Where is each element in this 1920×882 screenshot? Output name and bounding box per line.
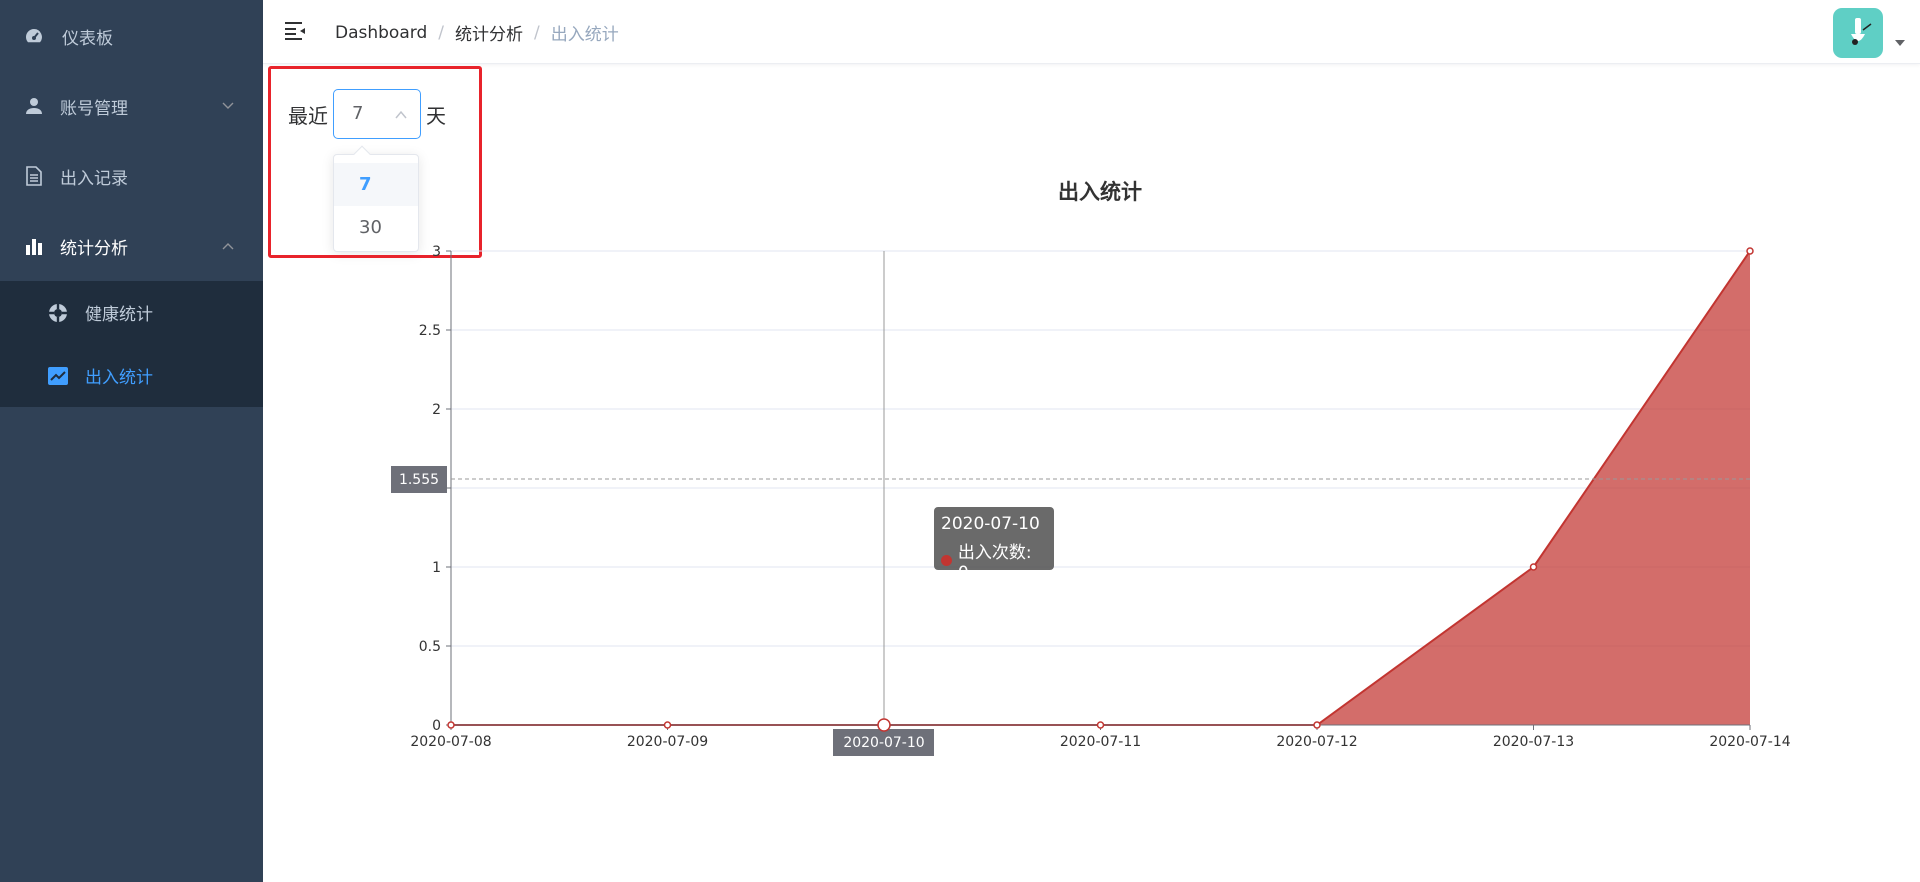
access-statistics-chart: 出入统计 00.511.522.532020-07-082020-07-0920… — [391, 180, 1791, 756]
sidebar-item-label: 仪表板 — [62, 28, 113, 49]
sidebar-item-health-stats[interactable]: 健康统计 — [0, 281, 263, 344]
tooltip-series-row: 出入次数: 0 — [941, 538, 1047, 583]
sidebar-item-label: 健康统计 — [85, 305, 153, 325]
data-point — [663, 721, 672, 729]
tooltip-series-label: 出入次数: 0 — [957, 543, 1032, 583]
chart-tooltip: 2020-07-10 出入次数: 0 — [934, 507, 1054, 583]
hamburger-icon[interactable] — [283, 20, 307, 42]
avatar-image — [1851, 18, 1872, 45]
dashboard-icon — [24, 26, 44, 46]
navbar: Dashboard / 统计分析 / 出入统计 — [263, 0, 1920, 64]
sidebar-item-label: 出入记录 — [60, 168, 128, 189]
y-tick-label: 0 — [432, 718, 441, 734]
filter-suffix-label: 天 — [426, 104, 446, 128]
y-tick-label: 2.5 — [419, 323, 441, 339]
data-point — [1746, 247, 1754, 255]
line-chart-icon — [48, 366, 68, 386]
x-tick-label: 2020-07-12 — [1276, 734, 1357, 750]
sidebar-item-records[interactable]: 出入记录 — [0, 141, 263, 211]
bar-chart-icon — [24, 236, 44, 256]
axis-pointer-y-label: 1.555 — [399, 472, 439, 488]
tooltip-date: 2020-07-10 — [941, 514, 1040, 534]
x-tick-label: 2020-07-11 — [1060, 734, 1141, 750]
data-point — [447, 721, 455, 729]
y-tick-label: 2 — [432, 402, 441, 418]
data-point — [1313, 721, 1321, 729]
chevron-down-icon — [222, 102, 234, 109]
axis-pointer-x-label: 2020-07-10 — [843, 735, 924, 751]
user-icon — [24, 96, 44, 116]
chevron-up-icon — [395, 110, 407, 119]
sidebar-item-label: 统计分析 — [60, 238, 128, 259]
filter-prefix-label: 最近 — [288, 104, 328, 128]
breadcrumb-separator: / — [533, 22, 540, 43]
chart-title: 出入统计 — [1058, 180, 1142, 204]
days-select[interactable]: 7 — [333, 89, 421, 139]
lifebuoy-icon — [48, 303, 68, 323]
x-tick-label: 2020-07-08 — [410, 734, 491, 750]
chevron-up-icon — [222, 243, 234, 250]
statistics-submenu: 健康统计 出入统计 — [0, 281, 263, 407]
data-point — [1096, 721, 1105, 729]
document-icon — [24, 166, 44, 186]
sidebar: 仪表板 账号管理 出入记录 统计分析 健康统计 出入统计 — [0, 0, 263, 882]
sidebar-item-accounts[interactable]: 账号管理 — [0, 71, 263, 141]
avatar[interactable] — [1833, 8, 1883, 58]
sidebar-item-statistics[interactable]: 统计分析 — [0, 211, 263, 281]
x-tick-label: 2020-07-14 — [1709, 734, 1790, 750]
x-tick-label: 2020-07-09 — [627, 734, 708, 750]
y-tick-label: 0.5 — [419, 639, 441, 655]
breadcrumb-item-statistics[interactable]: 统计分析 — [455, 20, 523, 45]
data-point — [1529, 563, 1538, 571]
breadcrumb-separator: / — [438, 22, 444, 43]
x-tick-label: 2020-07-13 — [1493, 734, 1574, 750]
tooltip-series-marker — [941, 555, 952, 566]
breadcrumb-item-dashboard[interactable]: Dashboard — [335, 23, 427, 43]
sidebar-item-label: 账号管理 — [60, 98, 128, 119]
breadcrumb: Dashboard / 统计分析 / 出入统计 — [335, 20, 619, 46]
data-point — [877, 718, 891, 732]
sidebar-item-dashboard[interactable]: 仪表板 — [0, 1, 263, 71]
y-tick-label: 3 — [432, 244, 441, 260]
sidebar-item-label: 出入统计 — [85, 368, 153, 388]
y-tick-label: 1 — [432, 560, 441, 576]
user-menu-caret-icon[interactable] — [1895, 40, 1905, 46]
breadcrumb-item-current: 出入统计 — [550, 25, 619, 45]
days-select-value: 7 — [352, 103, 364, 124]
sidebar-item-access-stats[interactable]: 出入统计 — [0, 344, 263, 407]
